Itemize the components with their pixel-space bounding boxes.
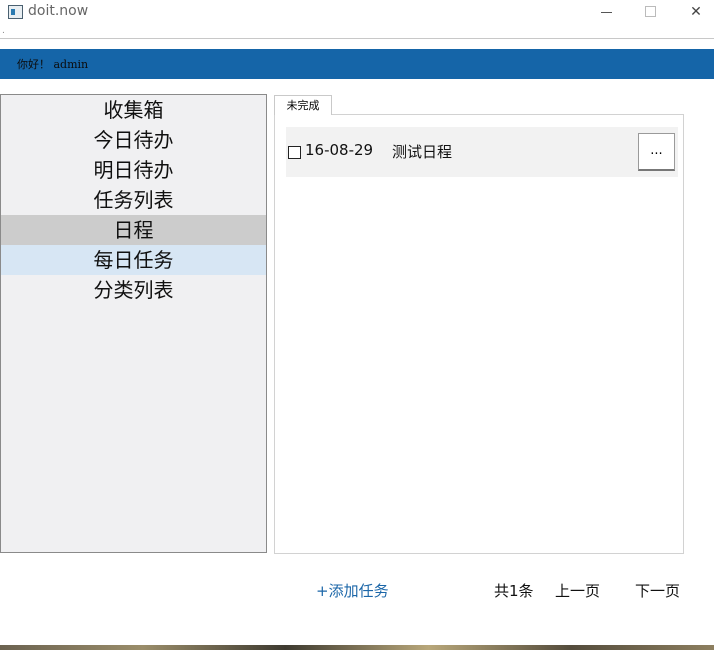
- task-panel: 16-08-29 测试日程 ...: [274, 114, 684, 554]
- prev-page-button[interactable]: 上一页: [555, 580, 600, 601]
- task-date: 16-08-29: [305, 141, 374, 159]
- sidebar-item-categories[interactable]: 分类列表: [1, 275, 266, 305]
- greeting-text: 你好！ admin: [17, 58, 89, 71]
- header-bar: 你好！ admin: [0, 49, 714, 79]
- more-button[interactable]: ...: [638, 133, 675, 171]
- app-icon: [8, 5, 23, 19]
- minimize-button[interactable]: [584, 0, 630, 24]
- close-button[interactable]: ✕: [673, 0, 714, 24]
- task-checkbox[interactable]: [288, 146, 301, 159]
- sidebar-item-schedule[interactable]: 日程: [1, 215, 266, 245]
- title-bar: doit.now . ✕: [0, 0, 714, 38]
- task-name: 测试日程: [392, 143, 453, 161]
- sidebar-item-tomorrow[interactable]: 明日待办: [1, 155, 266, 185]
- sidebar-item-daily[interactable]: 每日任务: [1, 245, 266, 275]
- window-title: doit.now: [28, 3, 89, 19]
- item-count: 共1条: [494, 582, 534, 600]
- sidebar-item-inbox[interactable]: 收集箱: [1, 95, 266, 125]
- sidebar-item-today[interactable]: 今日待办: [1, 125, 266, 155]
- next-page-button[interactable]: 下一页: [635, 580, 680, 601]
- tab-incomplete[interactable]: 未完成: [274, 95, 332, 115]
- background-strip: [0, 645, 714, 650]
- sidebar: 收集箱 今日待办 明日待办 任务列表 日程 每日任务 分类列表: [0, 94, 267, 553]
- sidebar-item-task-list[interactable]: 任务列表: [1, 185, 266, 215]
- add-task-link[interactable]: +添加任务: [316, 580, 389, 601]
- title-divider: [0, 38, 714, 39]
- task-row[interactable]: 16-08-29 测试日程 ...: [286, 127, 678, 177]
- close-icon: ✕: [690, 4, 702, 20]
- maximize-button[interactable]: [627, 0, 673, 24]
- menu-hint: .: [2, 26, 5, 36]
